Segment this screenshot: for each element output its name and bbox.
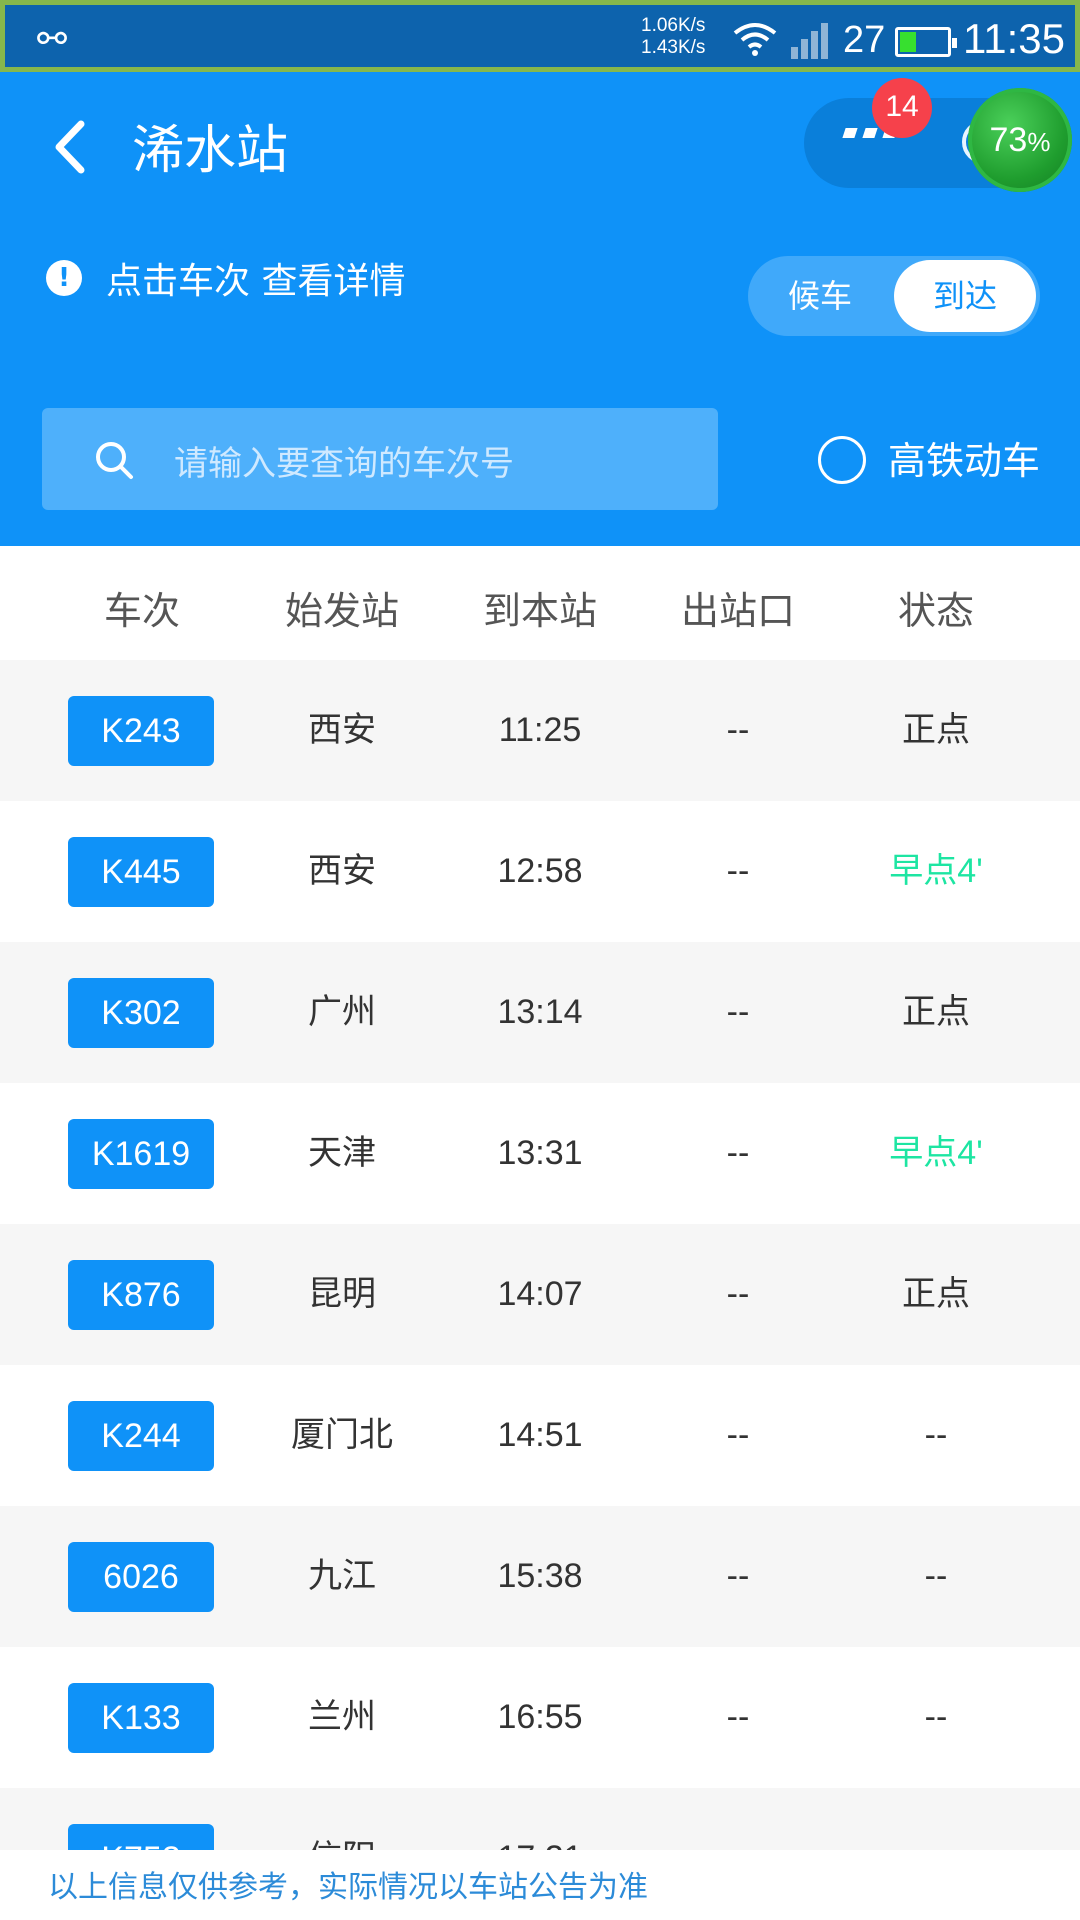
origin-cell: 厦门北 <box>291 1416 393 1454</box>
mode-toggle[interactable]: 候车 到达 <box>748 256 1040 336</box>
table-row[interactable]: K1619 天津 13:31 -- 早点4' <box>0 1083 1080 1224</box>
status-cell: -- <box>924 1557 948 1595</box>
col-exit: 出站口 <box>680 589 795 633</box>
table-row[interactable]: K244 厦门北 14:51 -- -- <box>0 1365 1080 1506</box>
table-row[interactable]: K876 昆明 14:07 -- 正点 <box>0 1224 1080 1365</box>
chevron-left-icon <box>55 120 85 174</box>
origin-cell: 西安 <box>308 852 376 890</box>
status-cell: 早点4' <box>889 852 983 890</box>
origin-cell: 昆明 <box>308 1275 376 1313</box>
upload-speed: 1.43K/s <box>641 37 706 58</box>
toggle-wait[interactable]: 候车 <box>748 256 892 336</box>
highspeed-radio[interactable] <box>818 436 866 484</box>
arrive-time-cell: 15:38 <box>497 1557 583 1595</box>
usb-icon: ⚯ <box>37 19 68 60</box>
status-cell: -- <box>924 1416 948 1454</box>
battery-icon <box>895 27 957 57</box>
table-row[interactable]: K302 广州 13:14 -- 正点 <box>0 942 1080 1083</box>
search-input[interactable]: 请输入要查询的车次号 <box>42 408 718 510</box>
header: 浠水站 14 ! 点击车次 查看详情 候车 到达 请输入要查询的车次号 高铁动车 <box>0 72 1080 546</box>
exit-cell: -- <box>726 1698 750 1736</box>
exit-cell: -- <box>726 1134 750 1172</box>
arrive-time-cell: 13:31 <box>497 1134 583 1172</box>
status-cell: -- <box>924 1698 948 1736</box>
notification-badge: 14 <box>872 78 932 138</box>
origin-cell: 广州 <box>308 993 376 1031</box>
arrive-time-cell: 11:25 <box>498 711 582 749</box>
toggle-arrive[interactable]: 到达 <box>894 260 1036 332</box>
arrive-time-cell: 16:55 <box>497 1698 583 1736</box>
info-icon: ! <box>46 260 82 296</box>
speed-booster-widget[interactable]: 73% <box>968 88 1072 192</box>
col-arrive: 到本站 <box>482 589 597 633</box>
exit-cell: -- <box>726 1416 750 1454</box>
signal-icon <box>791 23 828 59</box>
footer-notice-bar: 以上信息仅供参考，实际情况以车站公告为准 <box>0 1850 1080 1920</box>
arrive-time-cell: 14:51 <box>497 1416 583 1454</box>
booster-percent: 73 <box>989 121 1028 159</box>
status-cell: 正点 <box>902 993 970 1031</box>
train-number-button[interactable]: K243 <box>68 696 214 766</box>
origin-cell: 兰州 <box>308 1698 376 1736</box>
col-train: 车次 <box>103 589 180 633</box>
exit-cell: -- <box>726 852 750 890</box>
arrive-time-cell: 17:21 <box>440 1788 640 1850</box>
train-number-button[interactable]: K302 <box>68 978 214 1048</box>
exit-cell: -- <box>726 711 750 749</box>
origin-cell: 信阳 <box>242 1788 442 1850</box>
train-number-button[interactable]: K1619 <box>68 1119 214 1189</box>
highspeed-label[interactable]: 高铁动车 <box>888 430 1040 485</box>
train-number-button[interactable]: 6026 <box>68 1542 214 1612</box>
battery-level: 27 <box>843 19 886 61</box>
status-cell: -- <box>836 1788 1036 1850</box>
train-list: K243 西安 11:25 -- 正点 K445 西安 12:58 -- 早点4… <box>0 660 1080 1850</box>
search-placeholder: 请输入要查询的车次号 <box>174 444 514 484</box>
arrive-time-cell: 14:07 <box>497 1275 583 1313</box>
booster-unit: % <box>1027 127 1051 157</box>
status-cell: 正点 <box>902 711 970 749</box>
table-row[interactable]: K752 信阳 17:21 -- -- <box>0 1788 1080 1850</box>
train-number-button[interactable]: K244 <box>68 1401 214 1471</box>
download-speed: 1.06K/s <box>641 15 706 36</box>
table-row[interactable]: K133 兰州 16:55 -- -- <box>0 1647 1080 1788</box>
page-title: 浠水站 <box>132 121 289 181</box>
table-row[interactable]: 6026 九江 15:38 -- -- <box>0 1506 1080 1647</box>
train-number-button[interactable]: K876 <box>68 1260 214 1330</box>
origin-cell: 西安 <box>308 711 376 749</box>
exit-cell: -- <box>726 1557 750 1595</box>
status-cell: 正点 <box>902 1275 970 1313</box>
origin-cell: 天津 <box>308 1134 376 1172</box>
clock: 11:35 <box>963 15 1065 62</box>
train-number-button[interactable]: K133 <box>68 1683 214 1753</box>
origin-cell: 九江 <box>308 1557 376 1595</box>
table-header: 车次 始发站 到本站 出站口 状态 <box>0 546 1080 660</box>
col-origin: 始发站 <box>284 589 399 633</box>
exit-cell: -- <box>638 1788 838 1850</box>
back-button[interactable] <box>40 112 100 182</box>
search-icon <box>96 442 133 479</box>
wifi-icon <box>733 23 777 56</box>
footer-notice: 以上信息仅供参考，实际情况以车站公告为准 <box>48 1870 648 1905</box>
arrive-time-cell: 13:14 <box>497 993 583 1031</box>
col-status: 状态 <box>897 589 974 633</box>
network-speed: 1.06K/s 1.43K/s <box>641 15 705 59</box>
arrive-time-cell: 12:58 <box>497 852 583 890</box>
hint-text: 点击车次 查看详情 <box>106 261 406 302</box>
exit-cell: -- <box>726 1275 750 1313</box>
train-number-button[interactable]: K445 <box>68 837 214 907</box>
train-number-button[interactable]: K752 <box>68 1824 214 1850</box>
table-row[interactable]: K445 西安 12:58 -- 早点4' <box>0 801 1080 942</box>
status-cell: 早点4' <box>889 1134 983 1172</box>
exit-cell: -- <box>726 993 750 1031</box>
status-bar: ⚯ 1.06K/s 1.43K/s 27 11:35 <box>0 0 1080 72</box>
table-row[interactable]: K243 西安 11:25 -- 正点 <box>0 660 1080 801</box>
